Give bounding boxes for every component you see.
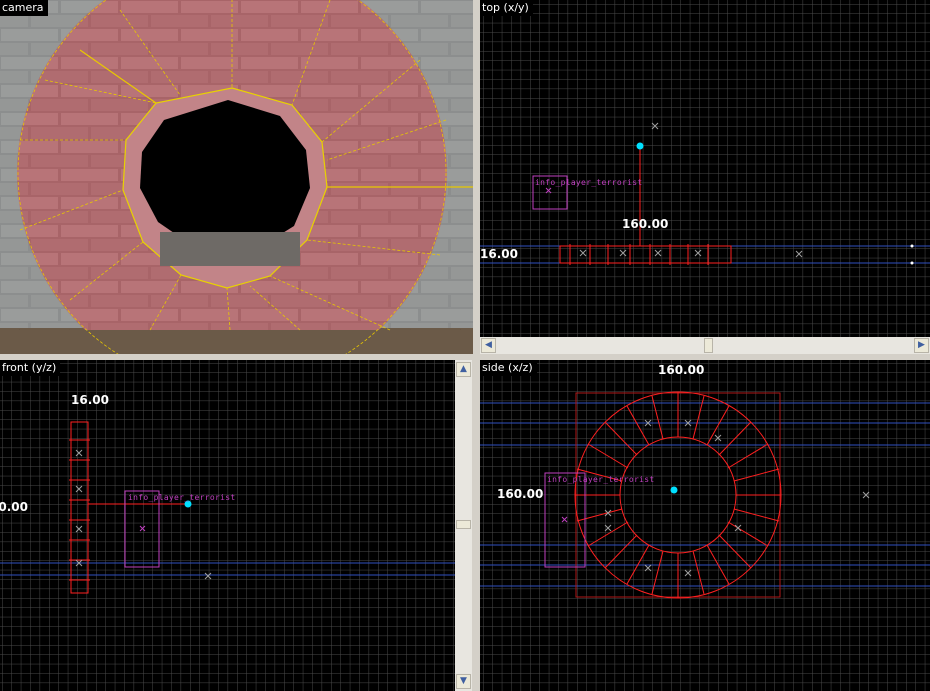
side-viewport-title: side (x/z) xyxy=(480,360,537,376)
left-arrow-icon[interactable]: ◀ xyxy=(481,338,496,353)
right-arrow-icon[interactable]: ▶ xyxy=(914,338,929,353)
vertical-scroll-thumb[interactable] xyxy=(456,520,471,529)
side-height-dimension: 160.00 xyxy=(497,487,544,501)
top-height-dimension: 16.00 xyxy=(480,247,518,261)
front-entity-label: info_player_terrorist xyxy=(128,493,236,502)
horizontal-scroll-thumb[interactable] xyxy=(704,338,713,353)
front-vertical-scrollbar[interactable]: ▲ ▼ xyxy=(455,360,472,691)
camera-viewport-title: camera xyxy=(0,0,48,16)
camera-viewport[interactable]: camera xyxy=(0,0,473,354)
camera-render xyxy=(0,0,473,354)
down-arrow-icon[interactable]: ▼ xyxy=(456,674,471,689)
top-entity-label: info_player_terrorist xyxy=(535,178,643,187)
front-viewport-grid xyxy=(0,360,455,691)
front-viewport[interactable]: front (y/z) 16.00 60.00 info_player_terr… xyxy=(0,360,455,691)
side-width-dimension: 160.00 xyxy=(658,363,705,377)
top-width-dimension: 160.00 xyxy=(622,217,669,231)
side-viewport[interactable]: side (x/z) 160.00 160.00 info_player_ter… xyxy=(480,360,930,691)
front-width-dimension: 16.00 xyxy=(71,393,109,407)
top-horizontal-scrollbar[interactable]: ◀ ▶ xyxy=(480,337,930,354)
front-viewport-title: front (y/z) xyxy=(0,360,61,376)
top-viewport-title: top (x/y) xyxy=(480,0,533,16)
top-viewport-grid xyxy=(480,0,930,337)
up-arrow-icon[interactable]: ▲ xyxy=(456,362,471,377)
top-viewport[interactable]: top (x/y) 160.00 16.00 info_player_terro… xyxy=(480,0,930,337)
side-viewport-grid xyxy=(480,360,930,691)
front-height-dimension: 60.00 xyxy=(0,500,28,514)
side-entity-label: info_player_terrorist xyxy=(547,475,655,484)
